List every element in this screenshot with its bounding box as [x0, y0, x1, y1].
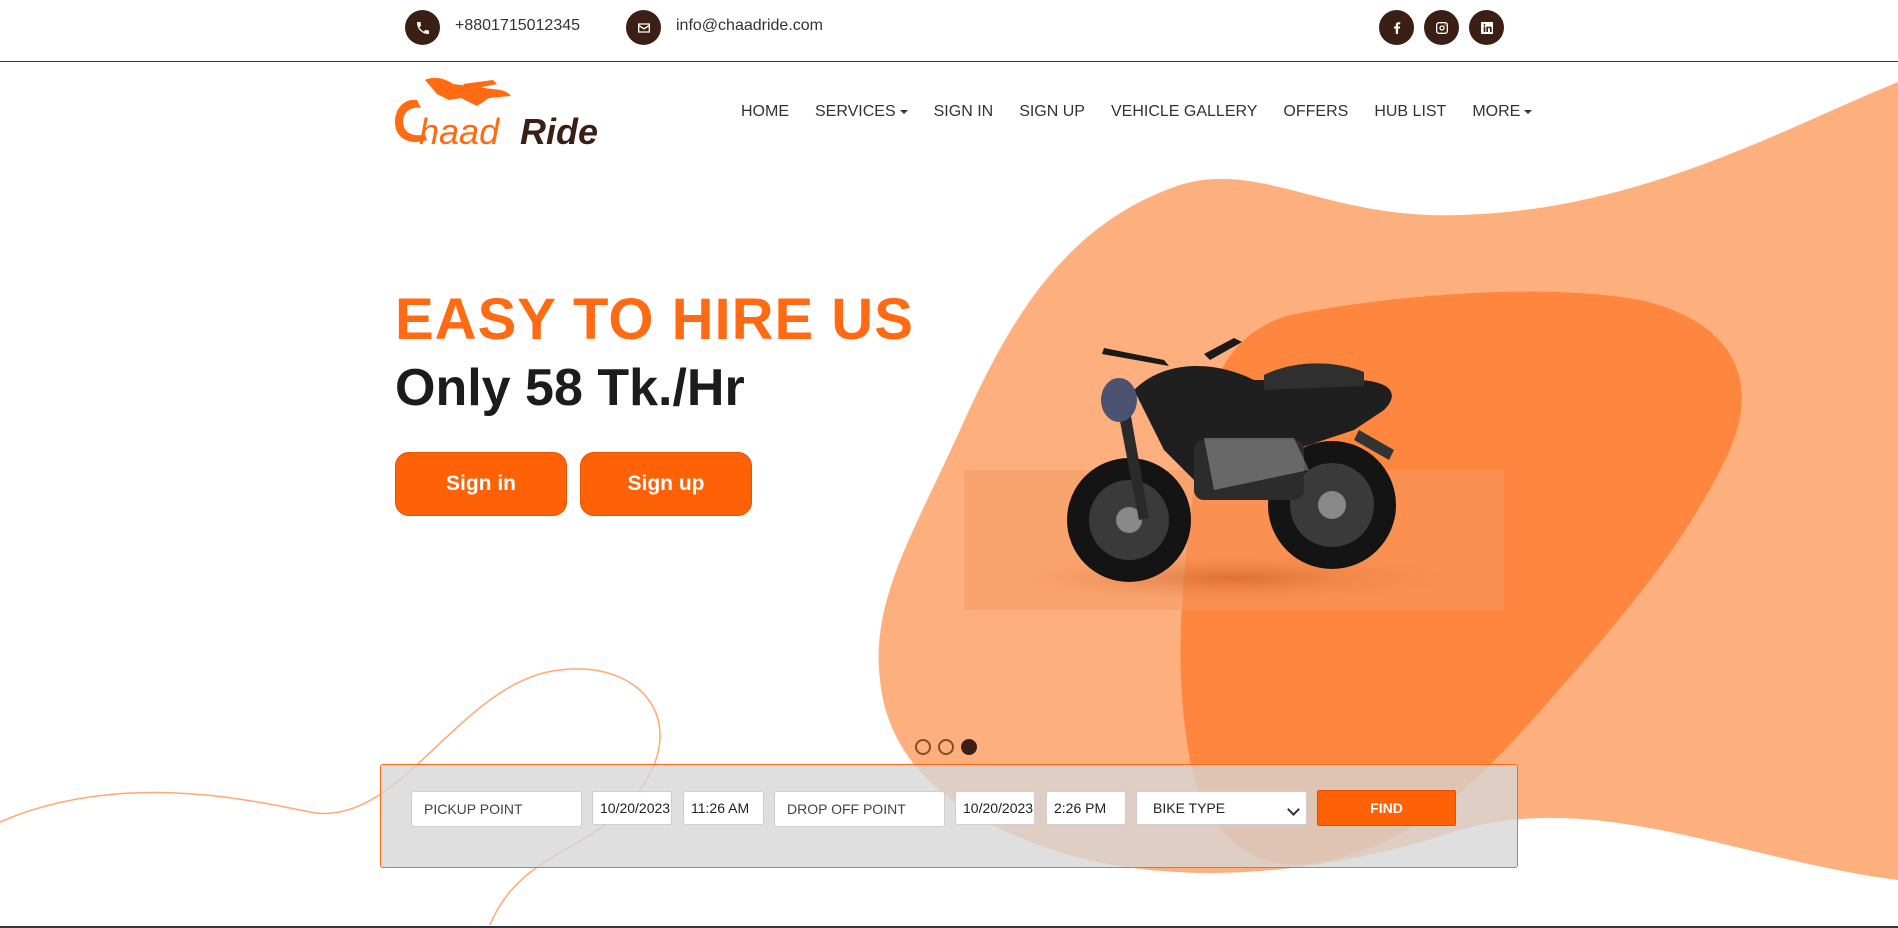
hero-sign-in-button[interactable]: Sign in — [395, 452, 567, 516]
chaadride-logo[interactable]: haad Ride — [393, 74, 603, 156]
pickup-date-input[interactable]: 10/20/2023 — [592, 791, 672, 825]
top-contact-bar: +8801715012345 info@chaadride.com — [0, 0, 1898, 62]
envelope-icon[interactable] — [626, 10, 661, 45]
linkedin-icon[interactable] — [1469, 10, 1504, 45]
logo-text-chaad: haad — [419, 111, 500, 152]
dropoff-date-input[interactable]: 10/20/2023 — [955, 791, 1035, 825]
nav-services[interactable]: SERVICES — [815, 103, 908, 121]
facebook-icon[interactable] — [1379, 10, 1414, 45]
logo-text-ride: Ride — [520, 111, 598, 152]
contact-email[interactable]: info@chaadride.com — [676, 17, 823, 35]
contact-phone[interactable]: +8801715012345 — [455, 17, 580, 35]
carousel-dot-3[interactable] — [961, 739, 977, 755]
bike-type-value: BIKE TYPE — [1153, 800, 1226, 816]
nav-sign-up[interactable]: SIGN UP — [1019, 103, 1085, 121]
dropoff-time-input[interactable]: 2:26 PM — [1046, 791, 1126, 825]
bike-type-select[interactable]: BIKE TYPE — [1136, 791, 1307, 825]
pickup-point-input[interactable]: PICKUP POINT — [411, 791, 582, 827]
nav-sign-in[interactable]: SIGN IN — [934, 103, 994, 121]
nav-vehicle-gallery[interactable]: VEHICLE GALLERY — [1111, 103, 1257, 121]
carousel-dot-1[interactable] — [915, 739, 931, 755]
pickup-time-input[interactable]: 11:26 AM — [683, 791, 764, 825]
nav-offers[interactable]: OFFERS — [1283, 103, 1348, 121]
carousel-indicators — [915, 739, 977, 755]
dropoff-point-input[interactable]: DROP OFF POINT — [774, 791, 945, 827]
caret-down-icon — [1524, 110, 1533, 114]
motorbike-image — [964, 338, 1504, 610]
hero-title: EASY TO HIRE US — [395, 287, 914, 352]
nav-more[interactable]: MORE — [1472, 103, 1533, 121]
nav-home[interactable]: HOME — [741, 103, 789, 121]
hero-price: Only 58 Tk./Hr — [395, 359, 745, 417]
instagram-icon[interactable] — [1424, 10, 1459, 45]
hero-sign-up-button[interactable]: Sign up — [580, 452, 752, 516]
phone-icon[interactable] — [405, 10, 440, 45]
carousel-dot-2[interactable] — [938, 739, 954, 755]
nav-hub-list[interactable]: HUB LIST — [1374, 103, 1446, 121]
find-button[interactable]: FIND — [1317, 790, 1456, 826]
main-nav: HOME SERVICES SIGN IN SIGN UP VEHICLE GA… — [741, 103, 1558, 121]
chevron-down-icon — [1287, 803, 1300, 816]
booking-search-form: PICKUP POINT 10/20/2023 11:26 AM DROP OF… — [380, 764, 1518, 868]
caret-down-icon — [899, 110, 908, 114]
